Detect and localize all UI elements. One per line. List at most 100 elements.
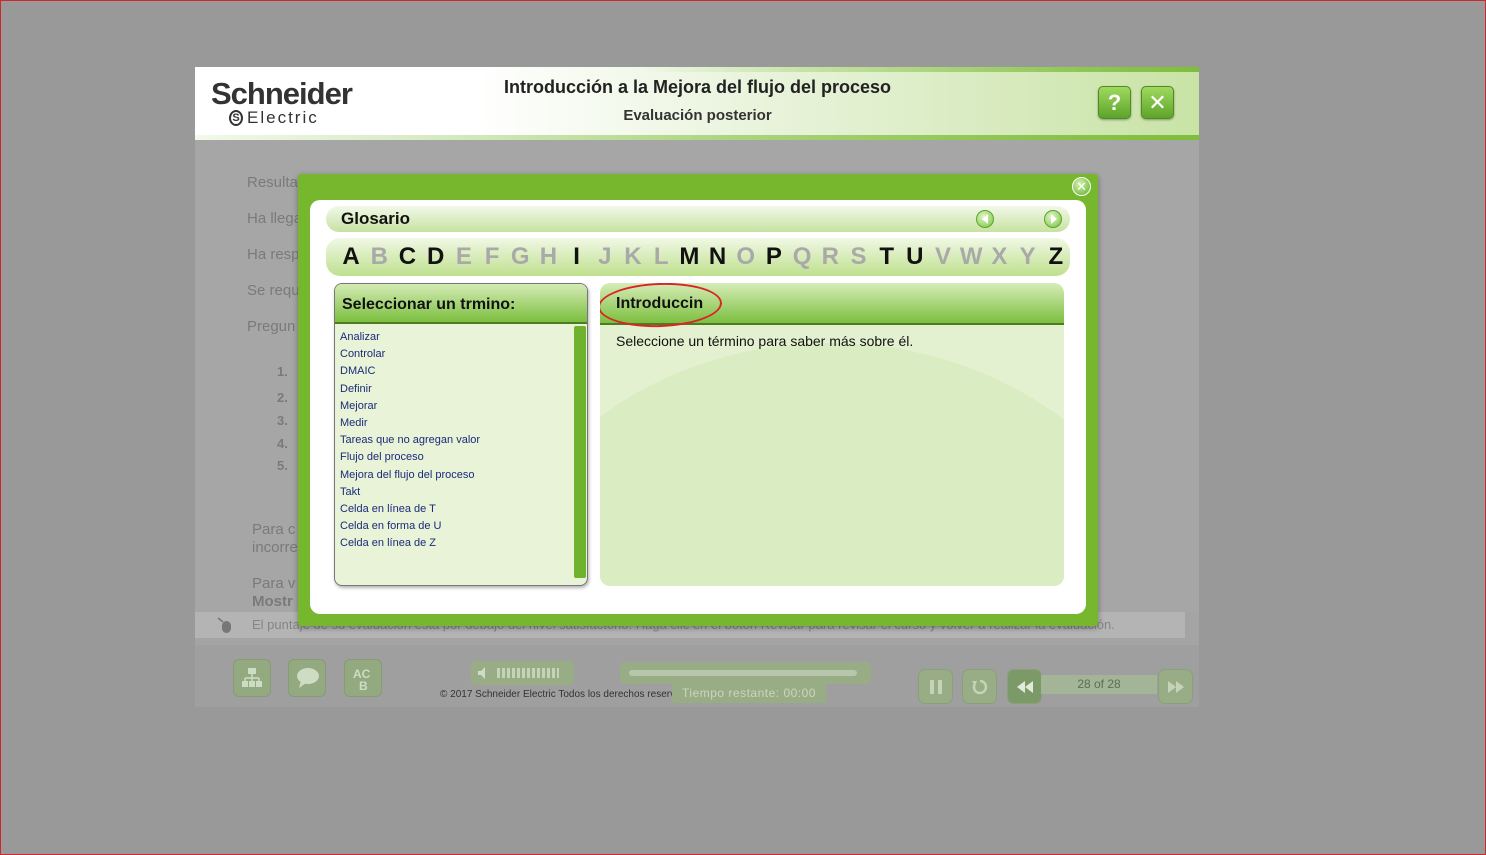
glossary-term[interactable]: Flujo del proceso — [340, 449, 570, 466]
letter-b: B — [370, 243, 388, 270]
menu-button[interactable] — [233, 659, 271, 697]
alphabet-index: ABCDEFGHIJKLMNOPQRSTUVWXYZ — [326, 238, 1070, 276]
close-course-button[interactable]: ✕ — [1141, 86, 1174, 119]
glossary-next-button[interactable] — [1044, 210, 1062, 228]
pause-icon — [930, 680, 942, 694]
glossary-prev-button[interactable] — [976, 210, 994, 228]
pause-button[interactable] — [918, 669, 953, 704]
course-header: Schneider Electric S Introducción a la M… — [195, 67, 1199, 140]
time-remaining: Tiempo restante: 00:00 — [672, 684, 826, 703]
term-list: Analizar Controlar DMAIC Definir Mejorar Medi… — [340, 329, 570, 553]
svg-text:B: B — [359, 679, 368, 691]
letter-e: E — [455, 243, 472, 270]
comments-button[interactable] — [288, 659, 326, 697]
letter-i[interactable]: I — [563, 243, 591, 271]
question-number: 5. — [277, 458, 288, 473]
page-counter: 28 of 28 — [1041, 675, 1157, 694]
letter-n[interactable]: N — [703, 243, 731, 271]
glossary-term[interactable]: Medir — [340, 415, 570, 432]
letter-r: R — [821, 243, 839, 270]
letter-o: O — [736, 243, 756, 270]
glossary-term[interactable]: Celda en línea de Z — [340, 535, 570, 552]
show-answers-link[interactable]: Mostr — [252, 593, 293, 610]
glossary-term[interactable]: Analizar — [340, 329, 570, 346]
definition-header: Introduccin — [600, 283, 1064, 330]
course-subtitle: Evaluación posterior — [623, 107, 772, 124]
term-list-scrollbar[interactable] — [574, 326, 586, 578]
letter-q: Q — [792, 243, 812, 270]
instructions-text: Para v — [252, 575, 296, 592]
glossary-title: Glosario — [341, 209, 410, 228]
logo-line1: Schneider — [211, 76, 353, 111]
question-number: 3. — [277, 413, 288, 428]
glossary-term[interactable]: Mejorar — [340, 398, 570, 415]
glossary-close-button[interactable]: ✕ — [1072, 177, 1091, 196]
progress-track[interactable] — [629, 670, 857, 676]
term-list-heading: Seleccionar un trmino: — [342, 296, 516, 313]
results-label: Resulta — [247, 174, 298, 191]
letter-g: G — [510, 243, 530, 270]
volume-control[interactable] — [471, 661, 574, 685]
letter-j: J — [598, 243, 612, 270]
letter-x: X — [991, 243, 1008, 270]
glossary-term[interactable]: Mejora del flujo del proceso — [340, 467, 570, 484]
letter-c[interactable]: C — [393, 243, 421, 271]
glossary-button[interactable]: AC B — [344, 659, 382, 697]
glossary-term[interactable]: Controlar — [340, 346, 570, 363]
glossary-term[interactable]: Celda en forma de U — [340, 518, 570, 535]
logo-line2: Electric — [247, 108, 319, 127]
definition-panel: Introduccin Seleccione un término para s… — [600, 283, 1064, 586]
question-number: 1. — [277, 364, 288, 379]
previous-button[interactable] — [1007, 669, 1042, 704]
letter-p[interactable]: P — [760, 243, 788, 271]
letter-a[interactable]: A — [337, 243, 365, 271]
glossary-titlebar: Glosario — [326, 206, 1070, 232]
letter-y: Y — [1019, 243, 1036, 270]
definition-text: Seleccione un término para saber más sob… — [616, 333, 914, 349]
letter-m[interactable]: M — [675, 243, 703, 271]
letter-z[interactable]: Z — [1042, 243, 1070, 271]
fast-forward-icon — [1168, 681, 1184, 693]
glossary-abc-icon: AC B — [353, 667, 371, 691]
letter-k: K — [624, 243, 642, 270]
letter-f: F — [484, 243, 500, 270]
player-footer: AC B © 2017 Schneider Electric Todos los… — [195, 645, 1199, 707]
letter-u[interactable]: U — [901, 243, 929, 271]
progress-bar[interactable] — [620, 662, 871, 684]
reached-label: Ha llega — [247, 210, 303, 227]
next-button[interactable] — [1158, 669, 1193, 704]
question-number: 2. — [277, 390, 288, 405]
letter-t[interactable]: T — [873, 243, 901, 271]
letter-h: H — [539, 243, 558, 270]
rewind-icon — [1017, 681, 1033, 693]
replay-icon — [972, 679, 988, 695]
speech-bubble-icon — [297, 668, 319, 688]
letter-l: L — [653, 243, 669, 270]
letter-d[interactable]: D — [422, 243, 450, 271]
glossary-term[interactable]: Tareas que no agregan valor — [340, 432, 570, 449]
term-list-panel: Seleccionar un trmino: Analizar Controlar… — [334, 283, 588, 586]
arrow-left-icon — [982, 214, 988, 224]
glossary-term[interactable]: Definir — [340, 381, 570, 398]
instructions-text: Para c — [252, 521, 296, 538]
mouse-icon — [217, 617, 231, 633]
volume-level-bars[interactable] — [497, 668, 559, 678]
letter-v: V — [935, 243, 952, 270]
glossary-term[interactable]: Takt — [340, 484, 570, 501]
glossary-term[interactable]: DMAIC — [340, 363, 570, 380]
glossary-body: Glosario ABCDEFGHIJKLMNOPQRSTUVWXYZ Sele… — [310, 200, 1086, 614]
required-label: Se requ — [247, 282, 300, 299]
glossary-dialog: ✕ Glosario ABCDEFGHIJKLMNOPQRSTUVWXYZ Se… — [298, 174, 1098, 626]
help-button[interactable]: ? — [1098, 86, 1131, 119]
copyright-text: © 2017 Schneider Electric Todos los dere… — [440, 689, 700, 700]
glossary-term[interactable]: Celda en línea de T — [340, 501, 570, 518]
speaker-icon — [478, 667, 485, 679]
sitemap-icon — [242, 668, 262, 687]
replay-button[interactable] — [962, 669, 997, 704]
instructions-text: incorre — [252, 539, 298, 556]
logo-mark-icon: S — [229, 110, 243, 126]
letter-w: W — [959, 243, 983, 270]
questions-label: Pregun — [247, 318, 296, 335]
answered-label: Ha resp — [247, 246, 300, 263]
course-title: Introducción a la Mejora del flujo del p… — [503, 77, 892, 97]
